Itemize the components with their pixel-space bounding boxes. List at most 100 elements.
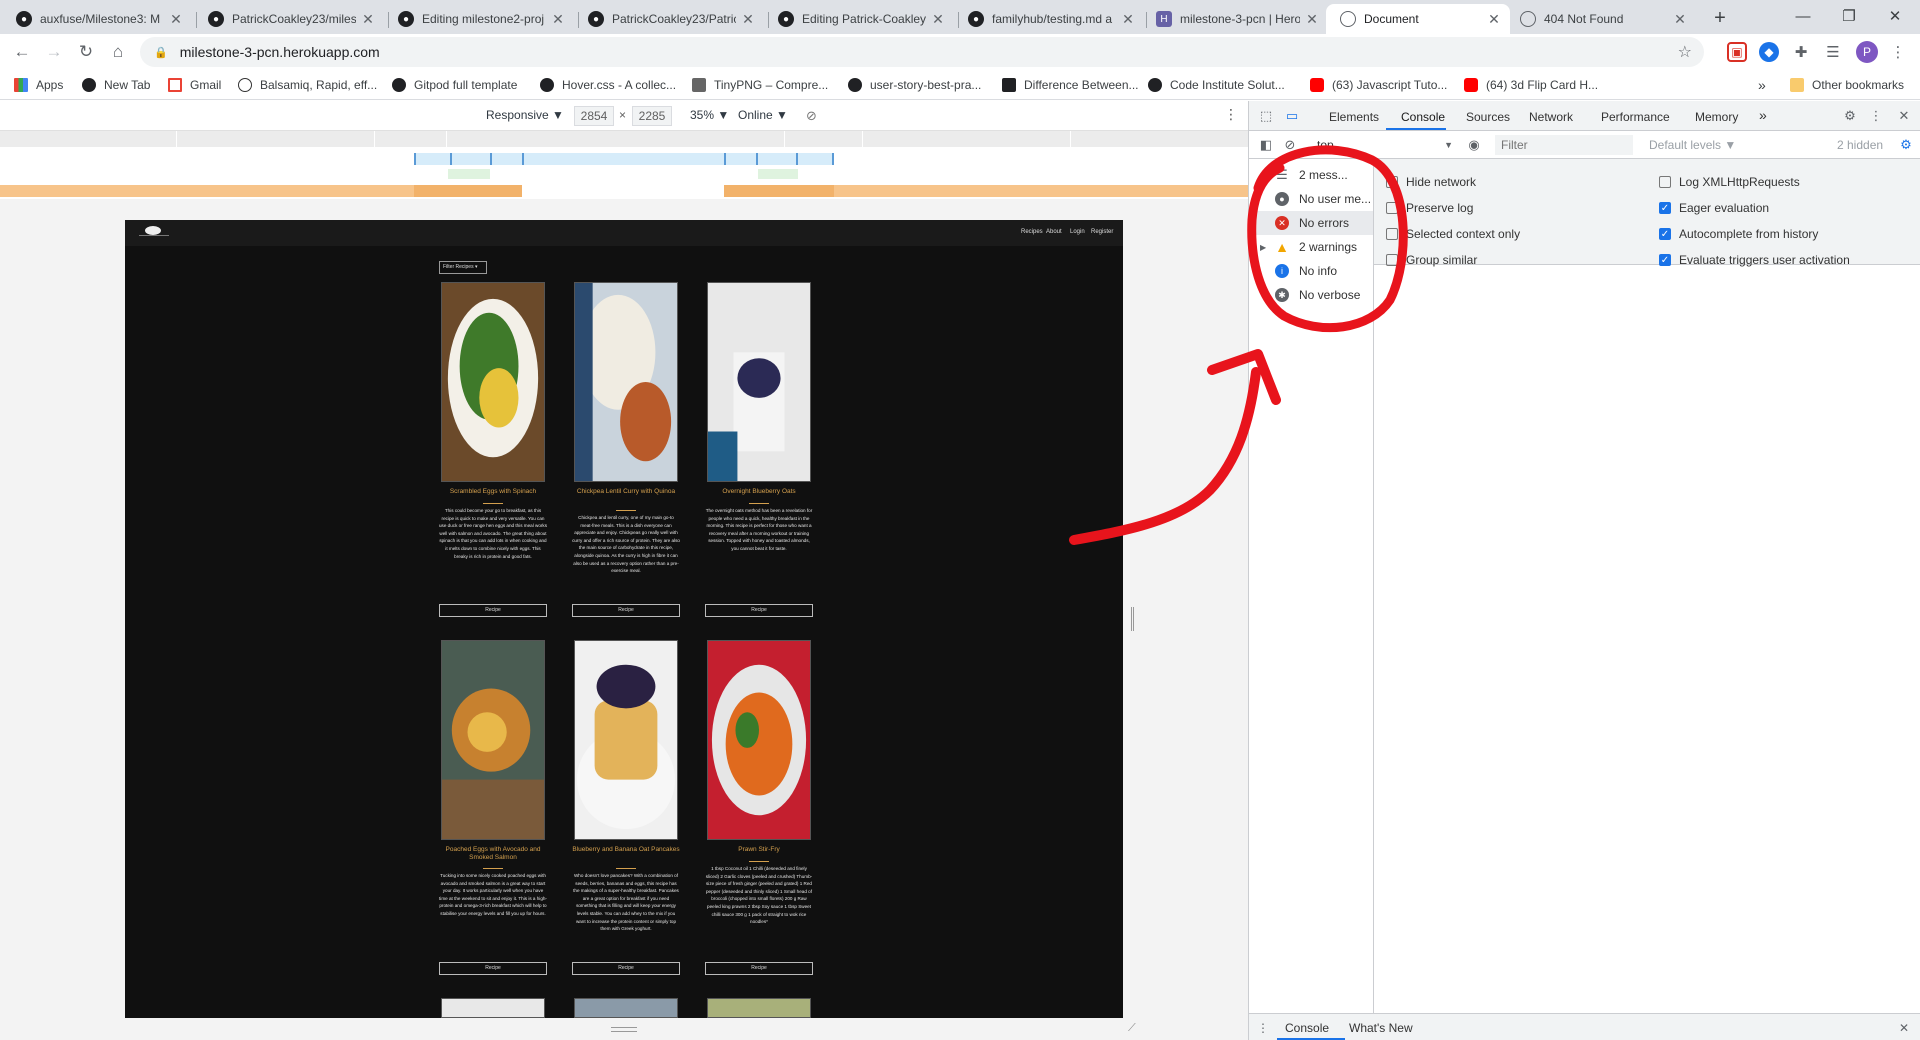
- more-tabs-button[interactable]: »: [1759, 107, 1767, 123]
- checkbox[interactable]: [1386, 254, 1398, 266]
- close-tab-icon[interactable]: ✕: [1672, 11, 1688, 28]
- drawer-tab-whats-new[interactable]: What's New: [1349, 1021, 1413, 1035]
- option-selected-context-only[interactable]: Selected context only: [1386, 227, 1520, 241]
- recipe-image[interactable]: [441, 640, 545, 840]
- inspect-element-icon[interactable]: ⬚: [1257, 107, 1275, 125]
- reload-button[interactable]: ↻: [74, 40, 98, 64]
- tab-sources[interactable]: Sources: [1466, 110, 1510, 124]
- log-levels-select[interactable]: Default levels ▼: [1649, 138, 1736, 152]
- sidebar-item-info[interactable]: i No info: [1249, 259, 1373, 283]
- recipe-button[interactable]: Recipe: [439, 962, 547, 975]
- recipe-image[interactable]: [441, 282, 545, 482]
- option-log-xhr[interactable]: Log XMLHttpRequests: [1659, 175, 1800, 189]
- bookmark-star-icon[interactable]: ☆: [1678, 42, 1692, 62]
- nav-link-recipes[interactable]: Recipes: [1021, 229, 1043, 235]
- recipe-image[interactable]: [574, 282, 678, 482]
- bookmark-item[interactable]: Code Institute Solut...: [1148, 76, 1285, 94]
- bookmark-item[interactable]: (63) Javascript Tuto...: [1310, 76, 1447, 94]
- close-tab-icon[interactable]: ✕: [1304, 11, 1320, 28]
- extension-icon[interactable]: ◆: [1759, 42, 1779, 62]
- sidebar-item-errors[interactable]: ✕ No errors: [1249, 211, 1373, 235]
- recipe-button[interactable]: Recipe: [705, 962, 813, 975]
- option-autocomplete-history[interactable]: ✓ Autocomplete from history: [1659, 227, 1818, 241]
- viewport-resize-handle-bottom[interactable]: [611, 1027, 637, 1032]
- extensions-puzzle-icon[interactable]: ✚: [1791, 42, 1811, 62]
- console-filter-input[interactable]: [1495, 135, 1633, 155]
- minimize-button[interactable]: —: [1780, 0, 1826, 32]
- close-drawer-icon[interactable]: ✕: [1899, 1021, 1909, 1035]
- throttle-select[interactable]: Online ▼: [738, 108, 788, 122]
- menu-kebab-icon[interactable]: ⋮: [1888, 42, 1908, 62]
- context-select[interactable]: top ▼: [1317, 136, 1453, 154]
- browser-tab[interactable]: 404 Not Found ✕: [1512, 4, 1696, 34]
- restore-button[interactable]: ❐: [1826, 0, 1872, 32]
- clear-console-icon[interactable]: ⊘: [1281, 136, 1299, 154]
- bookmark-item[interactable]: TinyPNG – Compre...: [692, 76, 828, 94]
- site-logo[interactable]: [145, 226, 161, 235]
- bookmark-item[interactable]: Gmail: [168, 76, 221, 94]
- address-bar[interactable]: 🔒 milestone-3-pcn.herokuapp.com ☆: [140, 37, 1704, 67]
- media-query-min-max-row[interactable]: [448, 169, 490, 179]
- nav-link-login[interactable]: Login: [1070, 229, 1085, 235]
- forward-button[interactable]: →: [42, 40, 66, 64]
- filter-recipes-button[interactable]: Filter Recipes ▾: [439, 261, 487, 274]
- browser-tab[interactable]: ● Editing Patrick-Coakley ✕: [770, 4, 954, 34]
- recipe-button[interactable]: Recipe: [572, 604, 680, 617]
- recipe-button[interactable]: Recipe: [572, 962, 680, 975]
- bookmarks-overflow-button[interactable]: »: [1758, 76, 1766, 94]
- tab-memory[interactable]: Memory: [1695, 110, 1738, 124]
- option-evaluate-triggers[interactable]: ✓ Evaluate triggers user activation: [1659, 253, 1850, 267]
- rotate-icon[interactable]: ⊘: [806, 108, 817, 124]
- recipe-image[interactable]: [707, 640, 811, 840]
- close-window-button[interactable]: ✕: [1872, 0, 1918, 32]
- browser-tab[interactable]: ● PatrickCoakley23/miles ✕: [200, 4, 384, 34]
- bookmark-item[interactable]: Gitpod full template: [392, 76, 517, 94]
- close-tab-icon[interactable]: ✕: [1486, 11, 1502, 28]
- drawer-menu-icon[interactable]: ⋮: [1257, 1021, 1269, 1035]
- close-devtools-icon[interactable]: ✕: [1895, 107, 1913, 125]
- recipe-image-partial[interactable]: [707, 998, 811, 1018]
- viewport-width-input[interactable]: 2854: [574, 106, 614, 126]
- checkbox[interactable]: [1386, 228, 1398, 240]
- device-toggle-icon[interactable]: ▭: [1283, 107, 1301, 125]
- checkbox[interactable]: [1659, 176, 1671, 188]
- tab-console[interactable]: Console: [1401, 110, 1445, 124]
- browser-tab[interactable]: ● familyhub/testing.md a ✕: [960, 4, 1144, 34]
- sidebar-toggle-icon[interactable]: ◧: [1257, 136, 1275, 154]
- bookmark-item[interactable]: user-story-best-pra...: [848, 76, 981, 94]
- extension-icon[interactable]: ▣: [1727, 42, 1747, 62]
- option-hide-network[interactable]: Hide network: [1386, 175, 1476, 189]
- close-tab-icon[interactable]: ✕: [740, 11, 756, 28]
- nav-link-register[interactable]: Register: [1091, 229, 1113, 235]
- browser-tab[interactable]: ● Editing milestone2-proj ✕: [390, 4, 574, 34]
- option-preserve-log[interactable]: Preserve log: [1386, 201, 1473, 215]
- bookmark-item[interactable]: Hover.css - A collec...: [540, 76, 676, 94]
- bookmark-item[interactable]: New Tab: [82, 76, 150, 94]
- tab-elements[interactable]: Elements: [1329, 110, 1379, 124]
- settings-gear-icon[interactable]: ⚙: [1841, 107, 1859, 125]
- browser-tab-active[interactable]: Document ✕: [1326, 4, 1510, 34]
- option-group-similar[interactable]: Group similar: [1386, 253, 1477, 267]
- viewport-resize-handle-right[interactable]: [1131, 607, 1134, 631]
- bookmark-item[interactable]: (64) 3d Flip Card H...: [1464, 76, 1598, 94]
- bookmark-item[interactable]: Difference Between...: [1002, 76, 1139, 94]
- close-tab-icon[interactable]: ✕: [550, 11, 566, 28]
- drawer-tab-console[interactable]: Console: [1285, 1021, 1329, 1035]
- tab-network[interactable]: Network: [1529, 110, 1573, 124]
- browser-tab[interactable]: H milestone-3-pcn | Hero ✕: [1148, 4, 1328, 34]
- viewport-resize-corner[interactable]: ⟋: [1128, 1022, 1136, 1035]
- checkbox[interactable]: [1386, 202, 1398, 214]
- browser-tab[interactable]: ● PatrickCoakley23/Patric ✕: [580, 4, 764, 34]
- checkbox-checked[interactable]: ✓: [1659, 254, 1671, 266]
- sidebar-item-user-messages[interactable]: ● No user me...: [1249, 187, 1373, 211]
- option-eager-evaluation[interactable]: ✓ Eager evaluation: [1659, 201, 1769, 215]
- device-mode-select[interactable]: Responsive ▼: [486, 108, 564, 122]
- recipe-image[interactable]: [574, 640, 678, 840]
- sidebar-item-verbose[interactable]: ✱ No verbose: [1249, 283, 1373, 307]
- media-query-max-width-row[interactable]: [414, 153, 834, 165]
- media-query-min-max-row[interactable]: [758, 169, 798, 179]
- close-tab-icon[interactable]: ✕: [360, 11, 376, 28]
- new-tab-button[interactable]: +: [1708, 6, 1732, 30]
- profile-avatar[interactable]: P: [1856, 41, 1878, 63]
- checkbox-checked[interactable]: ✓: [1659, 202, 1671, 214]
